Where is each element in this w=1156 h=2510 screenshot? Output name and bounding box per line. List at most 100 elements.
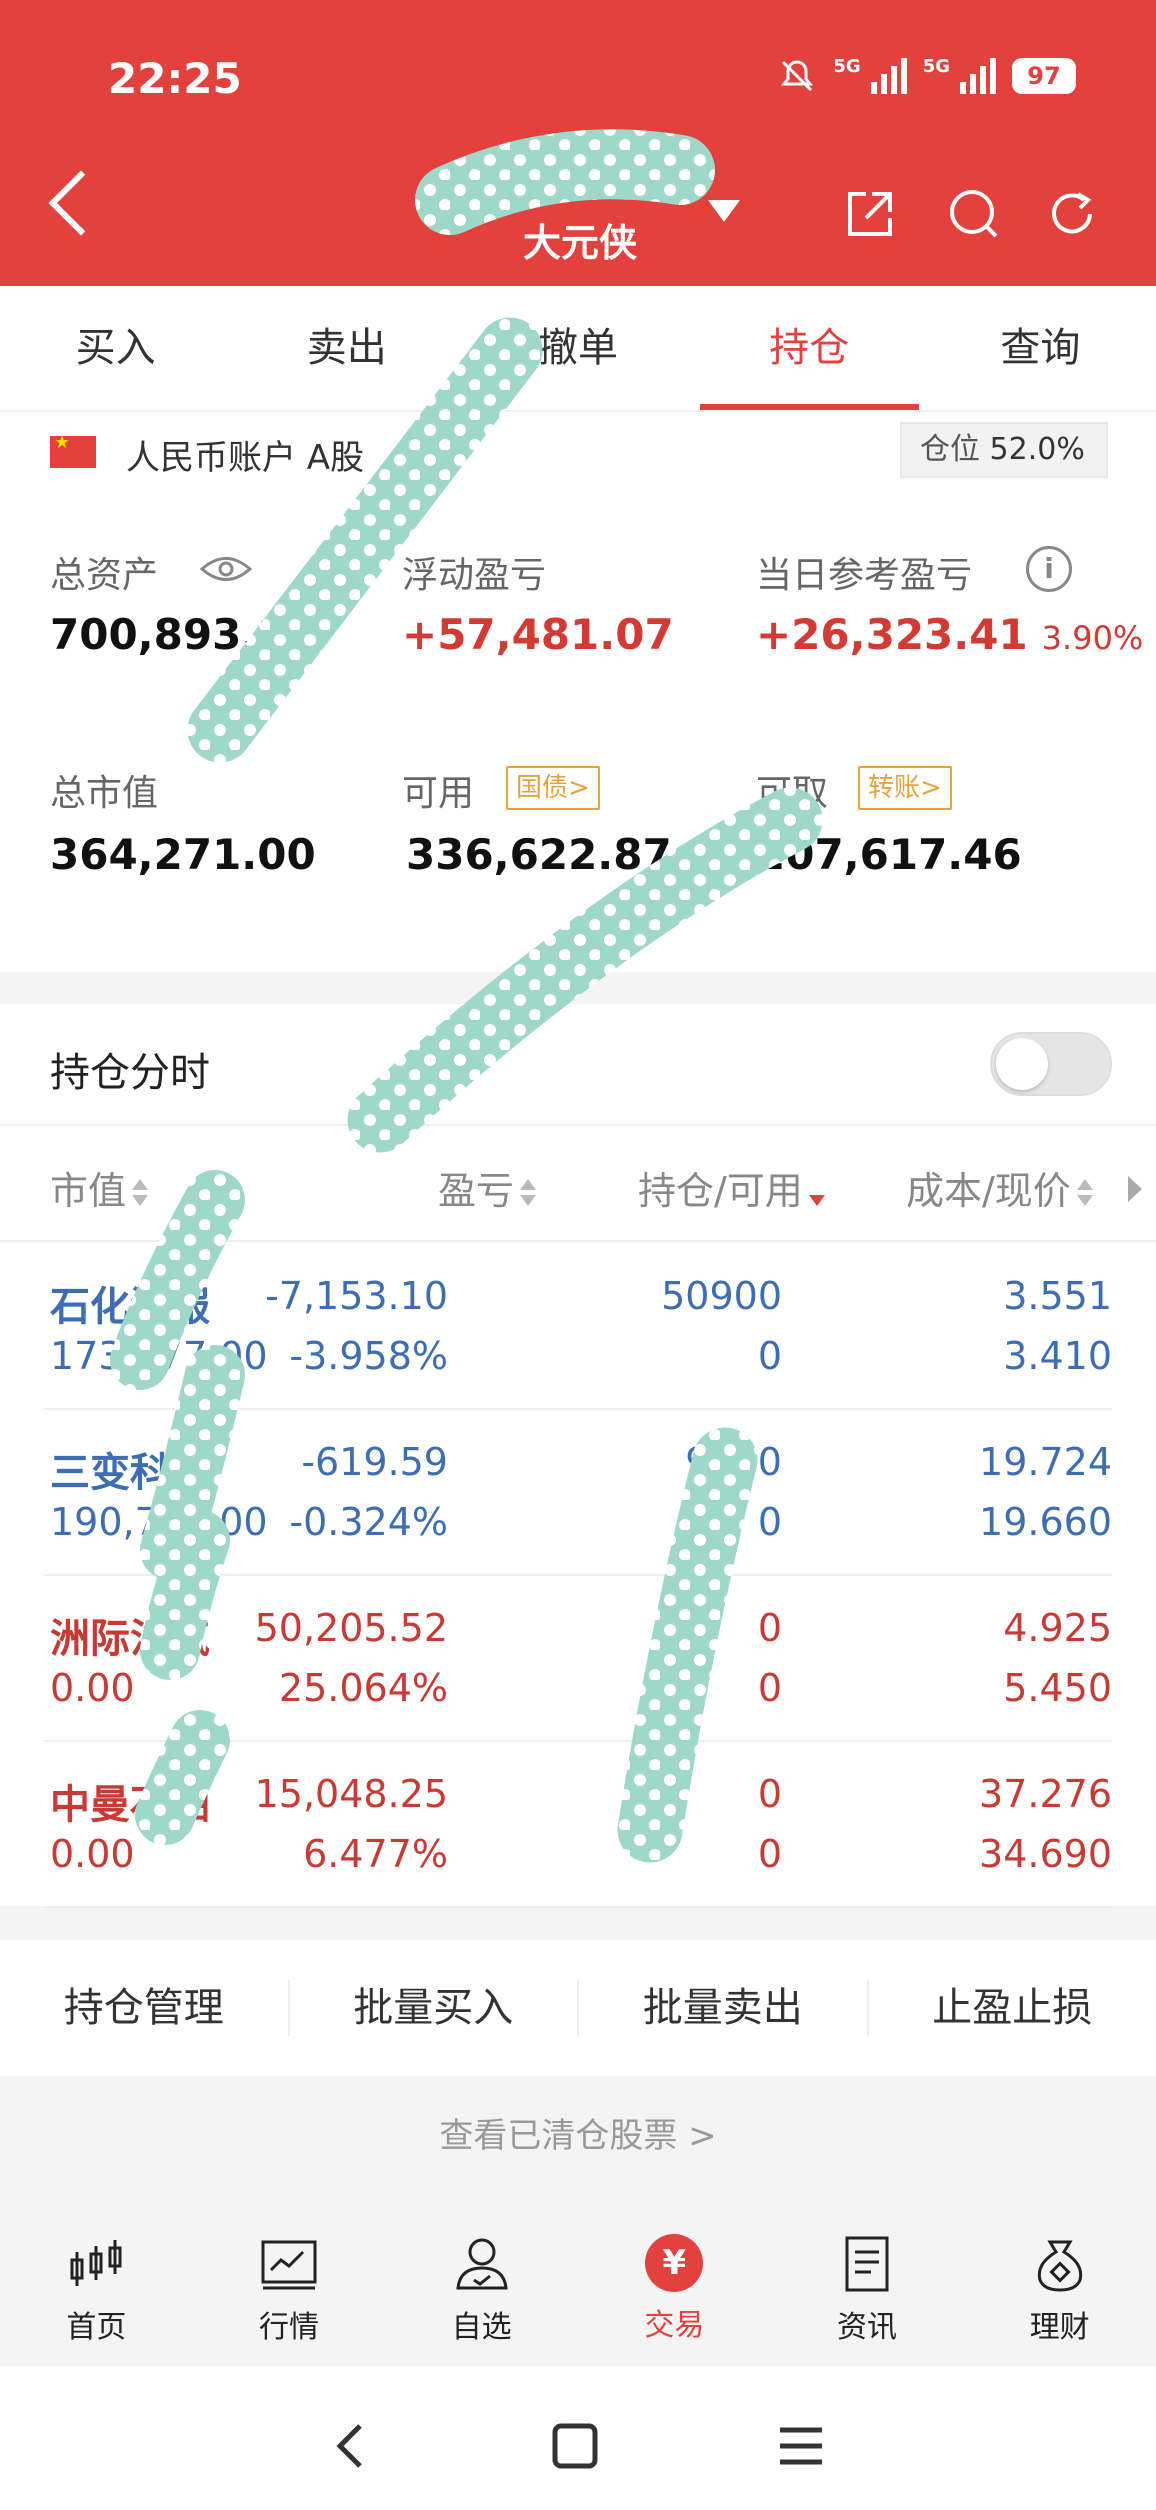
nav-news[interactable]: 资讯	[771, 2206, 964, 2366]
table-row[interactable]: 洲际油气 0.00 50,205.52 25.064% 0 0 4.925 5.…	[44, 1576, 1112, 1742]
table-row[interactable]: 三变科技 190,702.00 -619.59 -0.324% 9700 0 1…	[44, 1410, 1112, 1576]
back-arrow-icon[interactable]	[48, 170, 114, 236]
tab-holdings[interactable]: 持仓	[694, 286, 925, 410]
system-home-icon[interactable]	[550, 2416, 600, 2476]
moneybag-icon	[1037, 2240, 1082, 2292]
nav-label: 理财	[1029, 2310, 1090, 2345]
batch-sell-button[interactable]: 批量卖出	[579, 1980, 869, 2036]
tab-buy[interactable]: 买入	[0, 286, 231, 410]
info-icon[interactable]: i	[1026, 546, 1072, 592]
daily-pnl-amount: +26,323.41	[756, 610, 1028, 659]
market-value-label: 总市值	[50, 773, 159, 814]
refresh-icon[interactable]	[1044, 186, 1100, 242]
nav-label: 首页	[66, 2310, 127, 2345]
nav-watchlist[interactable]: 自选	[385, 2206, 578, 2366]
sort-icon	[520, 1178, 537, 1209]
network-type-1: 5G	[833, 56, 861, 77]
holding-timeshare-bar: 持仓分时	[0, 1004, 1156, 1126]
battery-icon: 97	[1012, 58, 1076, 94]
stock-price: 34.690	[979, 1832, 1112, 1876]
signal-icon	[960, 58, 996, 94]
position-ratio-value: 52.0%	[989, 432, 1085, 467]
floating-pnl-value: +57,481.07	[402, 610, 674, 659]
market-value-value: 364,271.00	[50, 830, 316, 879]
holdings-table: 市值 盈亏 持仓/可用 成本/现价 石化油服 173,577.00 -7,153…	[0, 1126, 1156, 1908]
stock-qty: 9700	[685, 1440, 782, 1484]
holding-timeshare-title: 持仓分时	[50, 1050, 210, 1096]
stock-price: 5.450	[1003, 1666, 1112, 1710]
transfer-badge[interactable]: 转账>	[858, 766, 952, 810]
stock-available: 0	[757, 1334, 782, 1378]
stock-cost: 3.551	[1003, 1274, 1112, 1318]
system-back-icon[interactable]	[330, 2416, 370, 2476]
bottom-nav: 首页 行情 自选 ¥ 交易 资讯 理财	[0, 2206, 1156, 2366]
account-summary: 人民币账户 A股 仓位 52.0% 总资产 700,893.87 浮动盈亏 +5…	[0, 412, 1156, 972]
user-check-icon	[456, 2238, 508, 2290]
stock-price: 3.410	[1003, 1334, 1112, 1378]
stock-market-value: 0.00	[50, 1832, 135, 1876]
system-menu-icon[interactable]	[776, 2416, 826, 2476]
account-dropdown-icon[interactable]	[708, 200, 740, 222]
withdrawable-value: 207,617.46	[756, 830, 1022, 879]
mute-icon	[781, 60, 814, 92]
sort-desc-icon	[808, 1179, 825, 1209]
position-ratio-label: 仓位	[920, 432, 980, 467]
tab-cancel-order[interactable]: 撤单	[462, 286, 693, 410]
header-qty[interactable]: 持仓/可用	[638, 1160, 825, 1215]
account-type-label: 人民币账户 A股	[126, 438, 365, 478]
floating-pnl-label: 浮动盈亏	[402, 555, 547, 596]
withdrawable-label: 可取	[756, 773, 829, 814]
stock-cost: 37.276	[979, 1772, 1112, 1816]
nav-label: 交易	[644, 2308, 705, 2343]
holding-management-button[interactable]: 持仓管理	[0, 1980, 290, 2036]
action-bar: 持仓管理 批量买入 批量卖出 止盈止损	[0, 1940, 1156, 2076]
signal-icon	[870, 58, 907, 94]
tab-query[interactable]: 查询	[925, 286, 1156, 410]
nav-label: 行情	[259, 2310, 319, 2345]
china-flag-icon	[50, 432, 96, 468]
stock-market-value: 173,577.00	[50, 1334, 268, 1378]
stock-pnl: -7,153.10	[265, 1274, 448, 1318]
stock-pnl: 50,205.52	[254, 1606, 448, 1650]
header-cost[interactable]: 成本/现价	[906, 1160, 1093, 1215]
stock-pnl-pct: -0.324%	[289, 1500, 448, 1544]
share-icon[interactable]	[842, 186, 898, 242]
nav-market[interactable]: 行情	[193, 2206, 386, 2366]
nav-wealth[interactable]: 理财	[963, 2206, 1156, 2366]
stop-profit-loss-button[interactable]: 止盈止损	[869, 1980, 1156, 2036]
stock-pnl-pct: -3.958%	[289, 1334, 448, 1378]
nav-trade[interactable]: ¥ 交易	[578, 2206, 771, 2366]
stock-price: 19.660	[979, 1500, 1112, 1544]
eye-icon[interactable]	[200, 554, 252, 584]
candlestick-icon	[70, 2240, 122, 2286]
batch-buy-button[interactable]: 批量买入	[290, 1980, 579, 2036]
header-pnl[interactable]: 盈亏	[438, 1160, 537, 1215]
stock-available: 0	[757, 1666, 782, 1710]
total-assets-value: 700,893.87	[50, 610, 316, 659]
table-row[interactable]: 石化油服 173,577.00 -7,153.10 -3.958% 50900 …	[44, 1244, 1112, 1410]
view-cleared-stocks-link[interactable]: 查看已清仓股票 >	[0, 2108, 1156, 2157]
yuan-icon: ¥	[645, 2234, 704, 2292]
system-nav-bar	[0, 2366, 1156, 2510]
stock-pnl: 15,048.25	[254, 1772, 448, 1816]
position-ratio-badge: 仓位 52.0%	[900, 422, 1108, 478]
header-market-value[interactable]: 市值	[50, 1160, 149, 1215]
scroll-right-icon[interactable]	[1128, 1176, 1142, 1202]
treasury-bond-badge[interactable]: 国债>	[506, 766, 600, 810]
daily-pnl-pct: 3.90%	[1041, 619, 1144, 657]
available-label: 可用	[402, 773, 475, 814]
stock-qty: 50900	[661, 1274, 782, 1318]
trade-tabs: 买入 卖出 撤单 持仓 查询	[0, 286, 1156, 412]
document-icon	[845, 2236, 889, 2292]
trade-screen: 22:25 5G 5G 97 大元侠 买入 卖出 撤单 持仓 查询 ★ 人民币账…	[0, 0, 1156, 2510]
stock-cost: 4.925	[1003, 1606, 1112, 1650]
search-icon[interactable]	[946, 186, 1002, 242]
table-row[interactable]: 中曼石油 0.00 15,048.25 6.477% 0 0 37.276 34…	[44, 1742, 1112, 1908]
stock-qty: 0	[757, 1772, 782, 1816]
tab-sell[interactable]: 卖出	[231, 286, 462, 410]
account-name[interactable]: 大元侠	[430, 212, 730, 267]
holding-timeshare-toggle[interactable]	[990, 1032, 1112, 1096]
stock-name: 三变科技	[50, 1450, 210, 1496]
nav-home[interactable]: 首页	[0, 2206, 193, 2366]
nav-label: 自选	[451, 2310, 512, 2345]
